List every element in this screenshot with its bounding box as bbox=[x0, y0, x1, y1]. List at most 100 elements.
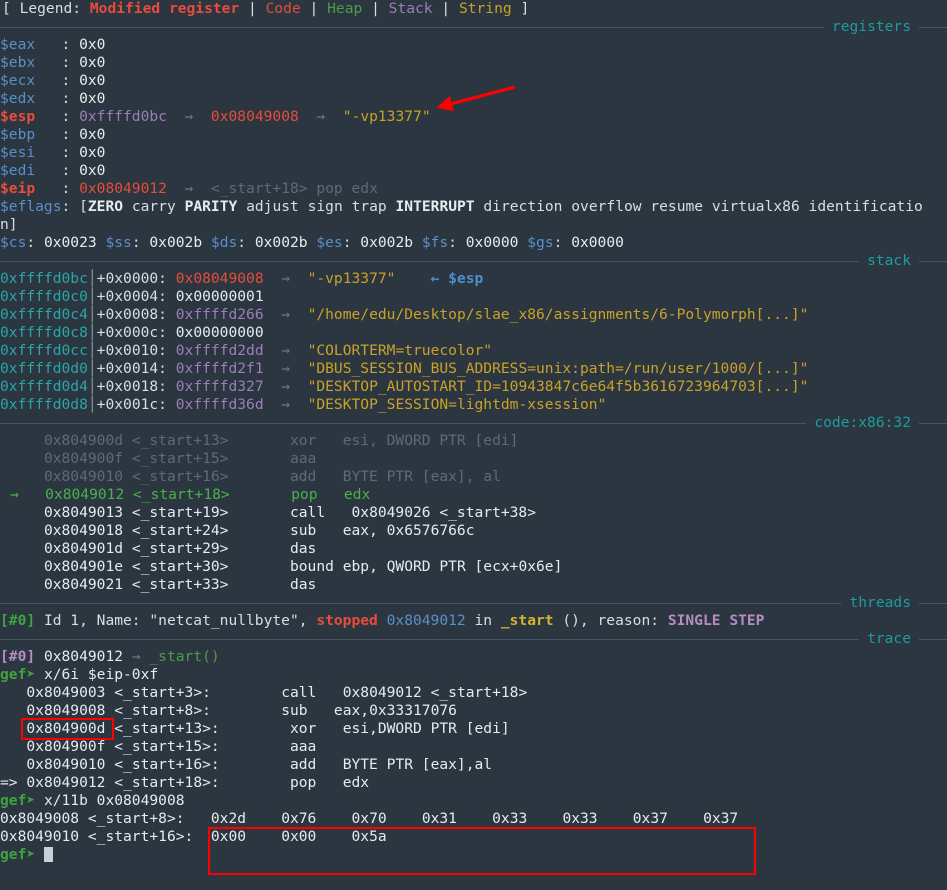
eflag-interrupt: INTERRUPT bbox=[395, 198, 475, 215]
divider-left bbox=[0, 422, 807, 424]
code-symbol: <_start+19> bbox=[131, 504, 229, 521]
disasm-symbol: <_start+15>: bbox=[114, 738, 220, 755]
register-row-ebx: $ebx : 0x0 bbox=[0, 54, 947, 72]
memory-byte: 0x76 bbox=[281, 810, 317, 827]
gef-prompt-3: gef➤ bbox=[0, 846, 36, 863]
eflag-identification-part1: identificatio bbox=[808, 198, 923, 215]
code-mnemonic: bound bbox=[289, 558, 334, 575]
stack-address: 0xffffd0d4 bbox=[0, 378, 88, 395]
eflag-parity: PARITY bbox=[184, 198, 238, 215]
eflag-identification-part2: n bbox=[0, 216, 9, 233]
trace-frame-tag: [#0] bbox=[0, 648, 36, 665]
deref-arrow-icon: → bbox=[281, 270, 290, 287]
command-prompt-row-2[interactable]: gef➤ x/11b 0x08049008 bbox=[0, 792, 947, 810]
stack-esp-marker: ← $esp bbox=[430, 270, 484, 287]
deref-arrow-icon: → bbox=[281, 378, 290, 395]
register-sep-edx: : bbox=[61, 90, 80, 107]
stack-value: 0xffffd327 bbox=[175, 378, 264, 395]
disasm-address: 0x804900d bbox=[26, 720, 106, 737]
register-value-ebx: 0x0 bbox=[79, 54, 106, 71]
disasm-symbol: <_start+8>: bbox=[114, 702, 211, 719]
register-row-eax: $eax : 0x0 bbox=[0, 36, 947, 54]
deref-arrow-icon: → bbox=[281, 396, 290, 413]
register-row-ebp: $ebp : 0x0 bbox=[0, 126, 947, 144]
divider-right bbox=[919, 26, 947, 28]
divider-left bbox=[0, 26, 824, 28]
eflag-trap: trap bbox=[351, 198, 387, 215]
disasm-symbol: <_start+13>: bbox=[114, 720, 220, 737]
code-operands: ebp, QWORD PTR [ecx+0x6e] bbox=[342, 558, 563, 575]
disasm-operands: 0x8049012 <_start+18> bbox=[342, 684, 528, 701]
register-sep-esi: : bbox=[61, 144, 80, 161]
legend-close: ] bbox=[511, 0, 530, 17]
memory-byte: 0x33 bbox=[492, 810, 528, 827]
legend-line: [ Legend: Modified register | Code | Hea… bbox=[0, 0, 947, 18]
stack-row: 0xffffd0d0│+0x0014: 0xffffd2f1 → "DBUS_S… bbox=[0, 360, 809, 377]
memory-byte: 0x00 bbox=[281, 828, 317, 845]
gef-prompt-1: gef➤ bbox=[0, 666, 36, 683]
section-header-threads: threads bbox=[0, 594, 947, 612]
trace-arrow-icon: → bbox=[131, 648, 150, 665]
thread-info: Id 1, Name: "netcat_nullbyte", bbox=[35, 612, 317, 629]
section-title-stack: stack bbox=[867, 252, 911, 269]
code-address: 0x8049021 bbox=[43, 576, 124, 593]
eflag-direction: direction bbox=[483, 198, 563, 215]
disasm-row: 0x804900d <_start+13>: xor esi,DWORD PTR… bbox=[0, 720, 947, 738]
disasm-mnemonic: add bbox=[289, 756, 317, 773]
register-name-ebp: $ebp bbox=[0, 126, 36, 143]
divider-right bbox=[919, 260, 947, 262]
stack-address: 0xffffd0c4 bbox=[0, 306, 88, 323]
deref-arrow-icon: → bbox=[281, 306, 290, 323]
memory-symbol: <_start+8>: bbox=[87, 810, 185, 827]
disasm-operands: eax,0x33317076 bbox=[333, 702, 457, 719]
section-title-trace: trace bbox=[867, 630, 911, 647]
register-sep-eax: : bbox=[61, 36, 80, 53]
command-prompt-row-1[interactable]: gef➤ x/6i $eip-0xf bbox=[0, 666, 947, 684]
code-address: 0x804900d bbox=[43, 432, 124, 449]
code-row: 0x8049010 <_start+16> add BYTE PTR [eax]… bbox=[0, 468, 947, 486]
stack-value: 0xffffd2f1 bbox=[175, 360, 264, 377]
memory-symbol: <_start+16>: bbox=[87, 828, 194, 845]
divider-right bbox=[919, 422, 947, 424]
section-title-threads: threads bbox=[849, 594, 911, 611]
disasm-address: 0x8049008 bbox=[26, 702, 106, 719]
stack-value: 0xffffd266 bbox=[175, 306, 264, 323]
register-row-esp: $esp : 0xffffd0bc → 0x08049008 → "-vp133… bbox=[0, 108, 947, 126]
code-symbol: <_start+16> bbox=[131, 468, 229, 485]
stack-row: 0xffffd0bc│+0x0000: 0x08049008 → "-vp133… bbox=[0, 270, 484, 287]
final-prompt-row[interactable]: gef➤ bbox=[0, 846, 947, 864]
disasm-row: 0x804900f <_start+15>: aaa bbox=[0, 738, 947, 756]
code-symbol: <_start+15> bbox=[131, 450, 229, 467]
register-sep-esp: : bbox=[61, 108, 80, 125]
stack-string: "DESKTOP_AUTOSTART_ID=10943847c6e64f5b36… bbox=[307, 378, 809, 395]
code-mnemonic: pop bbox=[291, 486, 318, 503]
text-cursor bbox=[43, 847, 53, 862]
disasm-mnemonic: sub bbox=[281, 702, 308, 719]
register-value-eip: 0x08049012 bbox=[79, 180, 167, 197]
eflag-carry: carry bbox=[131, 198, 176, 215]
eflag-virtualx86: virtualx86 bbox=[711, 198, 800, 215]
legend-heap: Heap bbox=[327, 0, 363, 17]
stack-address: 0xffffd0d0 bbox=[0, 360, 88, 377]
legend-modified-register: Modified register bbox=[89, 0, 240, 17]
code-row: 0x8049013 <_start+19> call 0x8049026 <_s… bbox=[0, 504, 947, 522]
code-symbol: <_start+33> bbox=[131, 576, 229, 593]
trace-row: [#0] 0x8049012 → _start() bbox=[0, 648, 947, 666]
stack-offset: +0x0008: bbox=[96, 306, 176, 323]
code-row: 0x804901d <_start+29> das bbox=[0, 540, 947, 558]
segment-name-cs: $cs bbox=[0, 234, 27, 251]
disasm-marker bbox=[0, 756, 18, 773]
register-eip-symbol: <_start+18> pop edx bbox=[210, 180, 378, 197]
register-value-esp: 0xffffd0bc bbox=[79, 108, 167, 125]
segment-registers-row: $cs: 0x0023 $ss: 0x002b $ds: 0x002b $es:… bbox=[0, 234, 624, 251]
memory-byte: 0x2d bbox=[210, 810, 247, 827]
code-row: 0x8049021 <_start+33> das bbox=[0, 576, 947, 594]
disasm-address: 0x8049010 bbox=[26, 756, 106, 773]
disasm-row: 0x8049003 <_start+3>: call 0x8049012 <_s… bbox=[0, 684, 947, 702]
gef-prompt-2: gef➤ bbox=[0, 792, 36, 809]
thread-row: [#0] Id 1, Name: "netcat_nullbyte", stop… bbox=[0, 612, 947, 630]
code-address: 0x804901e bbox=[43, 558, 124, 575]
code-mnemonic: xor bbox=[289, 432, 317, 449]
register-value-ecx: 0x0 bbox=[79, 72, 106, 89]
memory-byte: 0x5a bbox=[351, 828, 387, 845]
